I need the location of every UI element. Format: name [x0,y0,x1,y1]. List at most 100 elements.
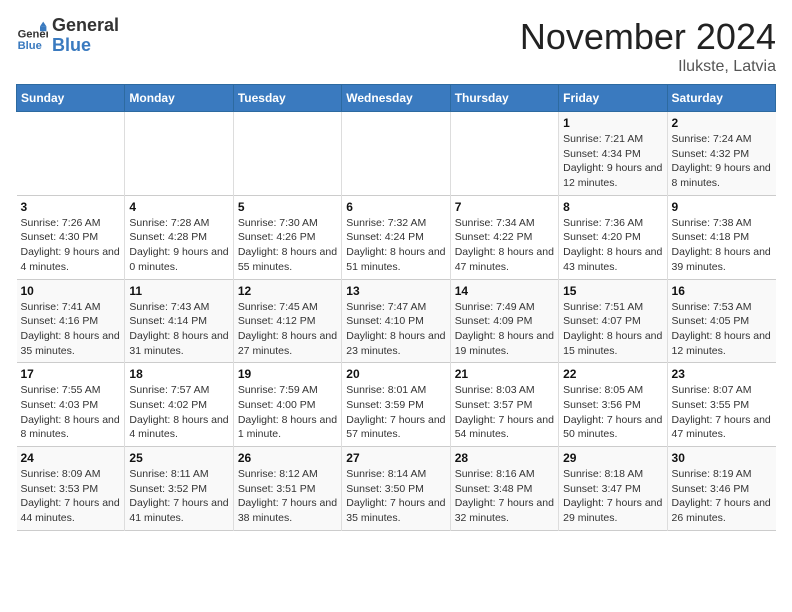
logo: General Blue General Blue [16,16,119,56]
day-number: 27 [346,451,445,465]
day-detail: Sunrise: 7:30 AM Sunset: 4:26 PM Dayligh… [238,216,337,275]
day-number: 5 [238,200,337,214]
day-number: 10 [21,284,121,298]
day-detail: Sunrise: 7:21 AM Sunset: 4:34 PM Dayligh… [563,132,662,191]
day-number: 28 [455,451,554,465]
day-number: 2 [672,116,772,130]
weekday-header-thursday: Thursday [450,85,558,112]
title-block: November 2024 Ilukste, Latvia [520,16,776,76]
day-detail: Sunrise: 7:32 AM Sunset: 4:24 PM Dayligh… [346,216,445,275]
day-detail: Sunrise: 8:05 AM Sunset: 3:56 PM Dayligh… [563,383,662,442]
week-row-3: 10Sunrise: 7:41 AM Sunset: 4:16 PM Dayli… [17,279,776,363]
day-cell: 1Sunrise: 7:21 AM Sunset: 4:34 PM Daylig… [559,112,667,196]
day-cell: 21Sunrise: 8:03 AM Sunset: 3:57 PM Dayli… [450,363,558,447]
day-cell: 8 Sunrise: 7:36 AM Sunset: 4:20 PM Daylig… [559,195,667,279]
day-number: 19 [238,367,337,381]
day-cell: 28 Sunrise: 8:16 AM Sunset: 3:48 PM Dayli… [450,447,558,531]
day-detail: Sunrise: 7:49 AM Sunset: 4:09 PM Dayligh… [455,300,554,359]
day-cell: 19 Sunrise: 7:59 AM Sunset: 4:00 PM Dayli… [233,363,341,447]
day-number: 3 [21,200,121,214]
day-cell: 24Sunrise: 8:09 AM Sunset: 3:53 PM Dayli… [17,447,125,531]
calendar-table: SundayMondayTuesdayWednesdayThursdayFrid… [16,84,776,531]
week-row-2: 3 Sunrise: 7:26 AM Sunset: 4:30 PM Daylig… [17,195,776,279]
day-number: 16 [672,284,772,298]
day-number: 13 [346,284,445,298]
day-number: 12 [238,284,337,298]
calendar-header-row: SundayMondayTuesdayWednesdayThursdayFrid… [17,85,776,112]
day-cell: 26 Sunrise: 8:12 AM Sunset: 3:51 PM Dayli… [233,447,341,531]
day-number: 8 [563,200,662,214]
day-cell: 9Sunrise: 7:38 AM Sunset: 4:18 PM Daylig… [667,195,775,279]
day-cell: 25 Sunrise: 8:11 AM Sunset: 3:52 PM Dayli… [125,447,233,531]
day-detail: Sunrise: 7:28 AM Sunset: 4:28 PM Dayligh… [129,216,228,275]
day-detail: Sunrise: 8:12 AM Sunset: 3:51 PM Dayligh… [238,467,337,526]
day-number: 18 [129,367,228,381]
weekday-header-friday: Friday [559,85,667,112]
day-cell [342,112,450,196]
day-cell: 4 Sunrise: 7:28 AM Sunset: 4:28 PM Daylig… [125,195,233,279]
day-number: 17 [21,367,121,381]
page-title: November 2024 [520,16,776,58]
day-detail: Sunrise: 8:01 AM Sunset: 3:59 PM Dayligh… [346,383,445,442]
day-detail: Sunrise: 8:09 AM Sunset: 3:53 PM Dayligh… [21,467,121,526]
day-number: 21 [455,367,554,381]
page-subtitle: Ilukste, Latvia [520,58,776,76]
day-detail: Sunrise: 7:47 AM Sunset: 4:10 PM Dayligh… [346,300,445,359]
weekday-header-wednesday: Wednesday [342,85,450,112]
day-detail: Sunrise: 7:45 AM Sunset: 4:12 PM Dayligh… [238,300,337,359]
week-row-5: 24Sunrise: 8:09 AM Sunset: 3:53 PM Dayli… [17,447,776,531]
day-detail: Sunrise: 7:53 AM Sunset: 4:05 PM Dayligh… [672,300,772,359]
day-cell: 3 Sunrise: 7:26 AM Sunset: 4:30 PM Daylig… [17,195,125,279]
weekday-header-tuesday: Tuesday [233,85,341,112]
day-number: 14 [455,284,554,298]
day-detail: Sunrise: 8:07 AM Sunset: 3:55 PM Dayligh… [672,383,772,442]
logo-line1: General [52,16,119,36]
day-cell: 18Sunrise: 7:57 AM Sunset: 4:02 PM Dayli… [125,363,233,447]
day-cell [17,112,125,196]
day-number: 30 [672,451,772,465]
day-cell: 10Sunrise: 7:41 AM Sunset: 4:16 PM Dayli… [17,279,125,363]
day-number: 20 [346,367,445,381]
day-detail: Sunrise: 7:51 AM Sunset: 4:07 PM Dayligh… [563,300,662,359]
day-detail: Sunrise: 7:36 AM Sunset: 4:20 PM Dayligh… [563,216,662,275]
day-cell: 30 Sunrise: 8:19 AM Sunset: 3:46 PM Dayli… [667,447,775,531]
day-detail: Sunrise: 7:55 AM Sunset: 4:03 PM Dayligh… [21,383,121,442]
day-detail: Sunrise: 8:16 AM Sunset: 3:48 PM Dayligh… [455,467,554,526]
day-detail: Sunrise: 8:18 AM Sunset: 3:47 PM Dayligh… [563,467,662,526]
weekday-header-monday: Monday [125,85,233,112]
day-number: 23 [672,367,772,381]
day-number: 6 [346,200,445,214]
day-cell: 22 Sunrise: 8:05 AM Sunset: 3:56 PM Dayli… [559,363,667,447]
day-number: 15 [563,284,662,298]
day-number: 29 [563,451,662,465]
day-cell: 16 Sunrise: 7:53 AM Sunset: 4:05 PM Dayli… [667,279,775,363]
day-cell: 12 Sunrise: 7:45 AM Sunset: 4:12 PM Dayli… [233,279,341,363]
day-cell [233,112,341,196]
day-number: 25 [129,451,228,465]
day-cell: 13 Sunrise: 7:47 AM Sunset: 4:10 PM Dayli… [342,279,450,363]
page-header: General Blue General Blue November 2024 … [16,16,776,76]
weekday-header-saturday: Saturday [667,85,775,112]
day-cell: 15 Sunrise: 7:51 AM Sunset: 4:07 PM Dayli… [559,279,667,363]
day-detail: Sunrise: 7:43 AM Sunset: 4:14 PM Dayligh… [129,300,228,359]
day-detail: Sunrise: 8:11 AM Sunset: 3:52 PM Dayligh… [129,467,228,526]
day-detail: Sunrise: 7:34 AM Sunset: 4:22 PM Dayligh… [455,216,554,275]
week-row-4: 17 Sunrise: 7:55 AM Sunset: 4:03 PM Dayli… [17,363,776,447]
day-number: 7 [455,200,554,214]
day-detail: Sunrise: 7:26 AM Sunset: 4:30 PM Dayligh… [21,216,121,275]
day-cell: 14 Sunrise: 7:49 AM Sunset: 4:09 PM Dayli… [450,279,558,363]
day-number: 11 [129,284,228,298]
day-detail: Sunrise: 7:24 AM Sunset: 4:32 PM Dayligh… [672,132,772,191]
day-number: 26 [238,451,337,465]
day-number: 4 [129,200,228,214]
logo-text: General Blue [52,16,119,56]
day-cell: 20 Sunrise: 8:01 AM Sunset: 3:59 PM Dayli… [342,363,450,447]
logo-line2: Blue [52,36,119,56]
day-number: 22 [563,367,662,381]
day-cell: 2 Sunrise: 7:24 AM Sunset: 4:32 PM Daylig… [667,112,775,196]
week-row-1: 1Sunrise: 7:21 AM Sunset: 4:34 PM Daylig… [17,112,776,196]
day-detail: Sunrise: 7:59 AM Sunset: 4:00 PM Dayligh… [238,383,337,442]
day-cell [125,112,233,196]
day-detail: Sunrise: 8:19 AM Sunset: 3:46 PM Dayligh… [672,467,772,526]
day-cell: 11 Sunrise: 7:43 AM Sunset: 4:14 PM Dayli… [125,279,233,363]
